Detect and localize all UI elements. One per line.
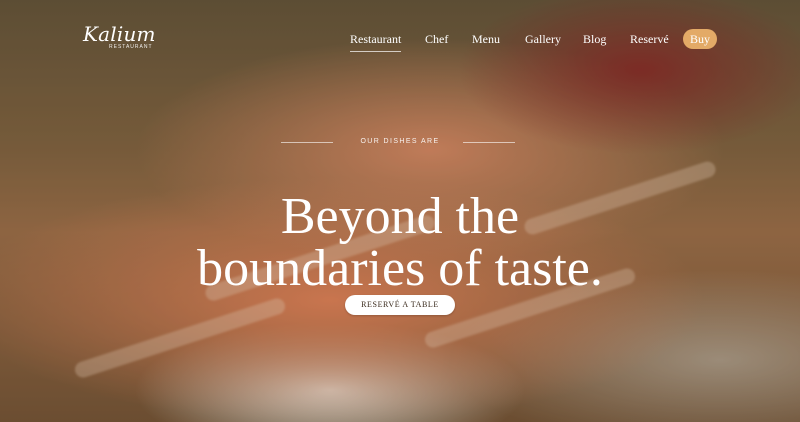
hero-headline: Beyond the boundaries of taste. bbox=[0, 187, 800, 297]
brand-logo[interactable]: Kalium RESTAURANT bbox=[83, 22, 156, 50]
eyebrow-line-right bbox=[463, 142, 515, 143]
reserve-table-button[interactable]: RESERVÉ A TABLE bbox=[345, 295, 455, 315]
nav-item-reserve[interactable]: Reservé bbox=[630, 31, 669, 47]
buy-button[interactable]: Buy bbox=[683, 29, 717, 49]
hero-eyebrow: OUR DISHES ARE bbox=[360, 138, 440, 145]
hero-headline-line-2: boundaries of taste. bbox=[197, 239, 603, 297]
site-header: Kalium RESTAURANT Restaurant Chef Menu G… bbox=[0, 0, 800, 80]
brand-name: Kalium bbox=[83, 22, 156, 46]
nav-item-blog[interactable]: Blog bbox=[583, 31, 606, 47]
hero-headline-line-1: Beyond the bbox=[280, 187, 520, 245]
nav-item-restaurant[interactable]: Restaurant bbox=[350, 31, 402, 52]
brand-subtitle: RESTAURANT bbox=[109, 44, 153, 50]
nav-item-menu[interactable]: Menu bbox=[472, 31, 500, 47]
nav-item-chef[interactable]: Chef bbox=[425, 31, 448, 47]
nav-item-gallery[interactable]: Gallery bbox=[525, 31, 561, 47]
